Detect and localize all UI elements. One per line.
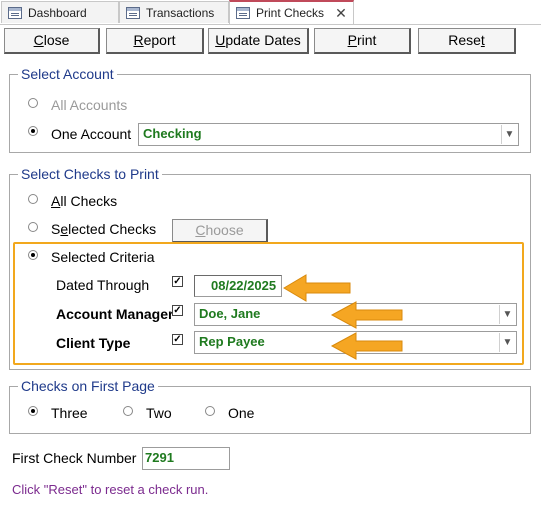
button-text: Rese	[448, 32, 481, 48]
label-text: lected Checks	[68, 221, 157, 237]
tab-label: Transactions	[146, 5, 215, 20]
tab-dashboard[interactable]: Dashboard	[1, 1, 119, 23]
select-checks-title: Select Checks to Print	[18, 166, 162, 182]
first-page-title: Checks on First Page	[18, 378, 158, 394]
one-account-radio[interactable]	[28, 126, 38, 136]
select-account-title: Select Account	[18, 66, 117, 82]
access-key: t	[480, 32, 485, 48]
label-text: ll Checks	[60, 193, 118, 209]
form-icon	[126, 6, 140, 19]
reset-button[interactable]: Reset	[418, 28, 516, 54]
print-button[interactable]: Print	[314, 28, 411, 54]
three-label: Three	[51, 405, 88, 421]
access-key: C	[195, 222, 206, 238]
choose-button[interactable]: Choose	[172, 219, 268, 243]
arrow-left-icon	[330, 301, 403, 329]
access-key: R	[133, 32, 144, 48]
all-accounts-radio[interactable]	[28, 98, 38, 108]
selected-checks-label: Selected Checks	[51, 221, 156, 237]
access-key: C	[33, 32, 44, 48]
chevron-down-icon[interactable]: ▼	[501, 125, 517, 144]
first-check-number-value: 7291	[145, 450, 174, 465]
first-check-number-label: First Check Number	[12, 450, 137, 466]
button-text: hoose	[205, 222, 244, 238]
tab-transactions[interactable]: Transactions	[119, 1, 229, 23]
button-text: eport	[143, 32, 176, 48]
one-label: One	[228, 405, 255, 421]
criteria-highlight	[13, 242, 524, 365]
arrow-left-icon	[283, 274, 351, 302]
access-key: U	[215, 32, 226, 48]
close-tab-icon[interactable]: ✕	[334, 5, 348, 22]
tab-label: Dashboard	[28, 5, 87, 20]
all-checks-label: All Checks	[51, 193, 117, 209]
access-key: P	[347, 32, 357, 48]
close-button[interactable]: Close	[4, 28, 100, 54]
reset-hint-text: Click "Reset" to reset a check run.	[12, 482, 209, 497]
two-radio[interactable]	[123, 406, 133, 416]
form-icon	[8, 6, 22, 19]
document-tab-bar: Dashboard Transactions Print Checks ✕	[0, 0, 541, 25]
button-text: lose	[43, 32, 70, 48]
first-check-number-field[interactable]: 7291	[142, 447, 230, 470]
tab-label: Print Checks	[256, 6, 325, 20]
button-text: rint	[356, 32, 377, 48]
arrow-left-icon	[330, 332, 403, 360]
form-icon	[236, 7, 250, 19]
update-dates-button[interactable]: Update Dates	[208, 28, 309, 54]
tab-print-checks[interactable]: Print Checks ✕	[229, 0, 354, 24]
account-combobox[interactable]: Checking ▼	[138, 123, 519, 146]
one-radio[interactable]	[205, 406, 215, 416]
access-key: e	[60, 221, 69, 237]
button-text: pdate Dates	[225, 32, 301, 48]
account-value: Checking	[143, 126, 202, 141]
selected-checks-radio[interactable]	[28, 222, 38, 232]
three-radio[interactable]	[28, 406, 38, 416]
two-label: Two	[146, 405, 172, 421]
report-button[interactable]: Report	[106, 28, 204, 54]
all-accounts-label: All Accounts	[51, 97, 128, 113]
one-account-label: One Account	[51, 126, 132, 142]
all-checks-radio[interactable]	[28, 194, 38, 204]
label-text: S	[51, 221, 61, 237]
access-key: A	[51, 193, 61, 209]
